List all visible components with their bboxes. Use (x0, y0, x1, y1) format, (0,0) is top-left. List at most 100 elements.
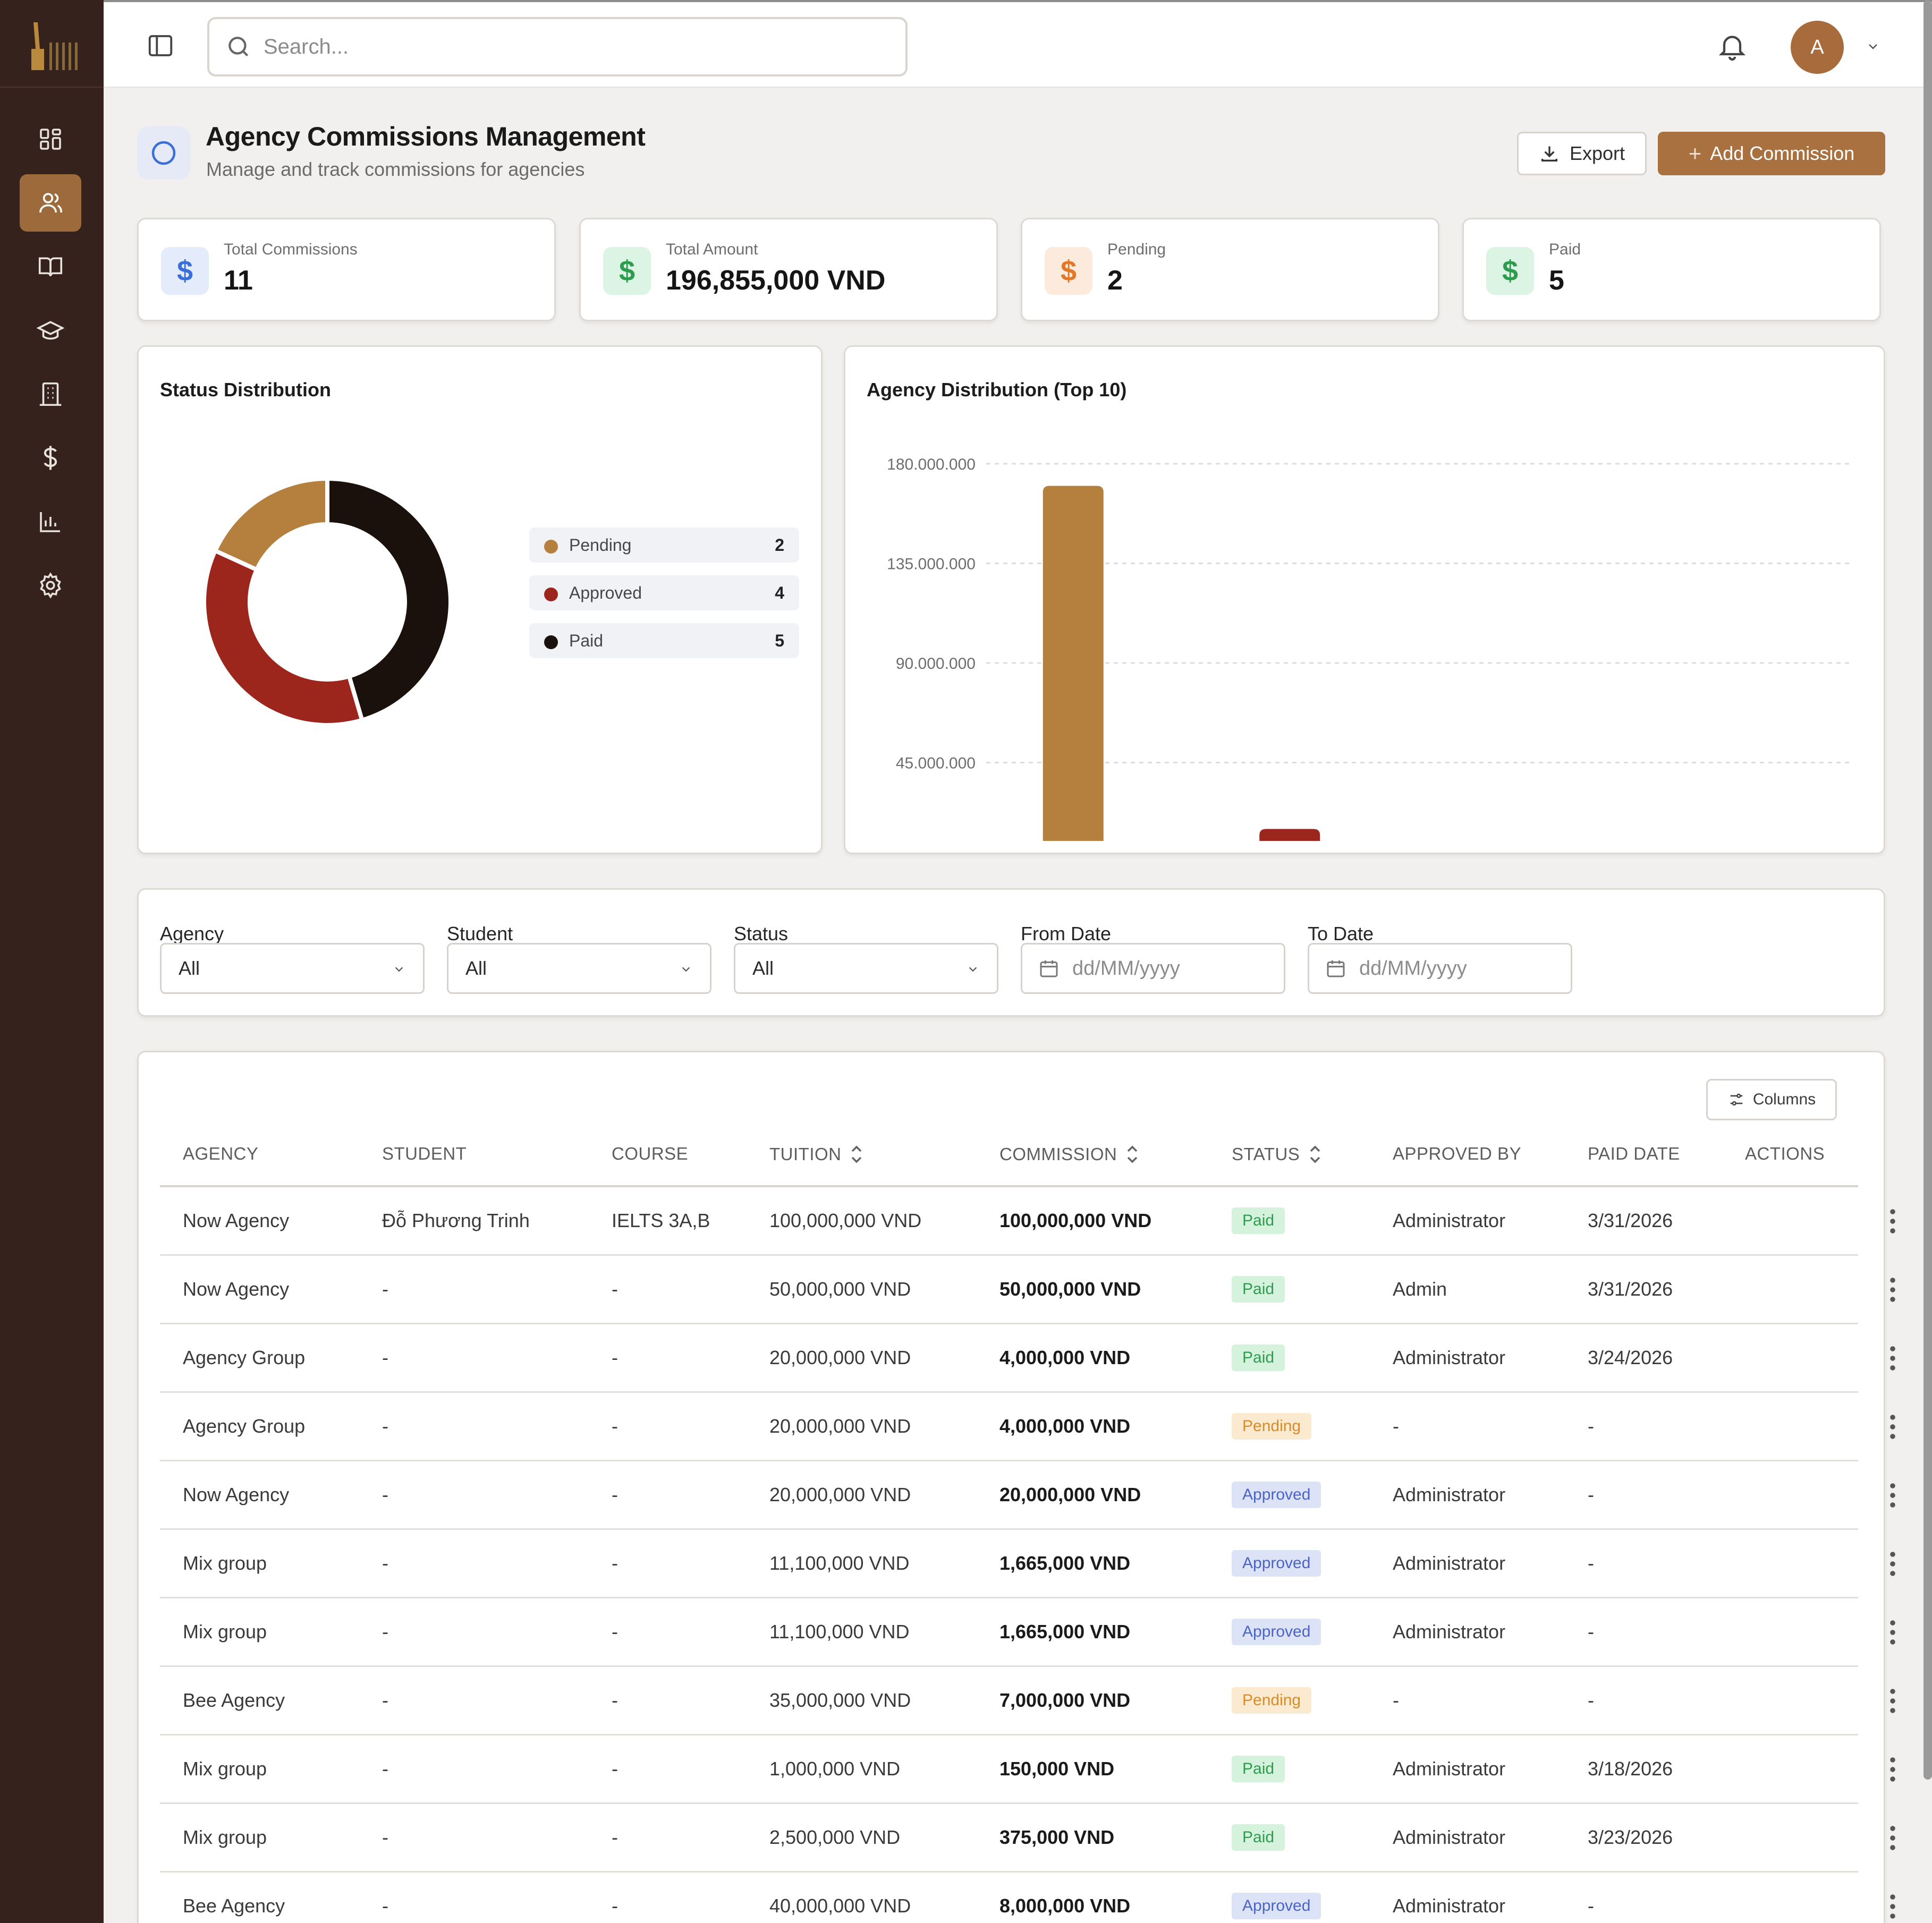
table-row[interactable]: Mix group - - 11,100,000 VND 1,665,000 VND Ap… (160, 1530, 1895, 1598)
sort-icon[interactable] (850, 1144, 863, 1165)
cell-tuition: 20,000,000 VND (769, 1484, 911, 1505)
cell-course: - (612, 1689, 618, 1711)
cell-agency: Mix group (183, 1826, 267, 1848)
legend-dot (544, 540, 558, 554)
users-icon (39, 193, 63, 213)
table-row[interactable]: Agency Group - - 20,000,000 VND 4,000,000 VN… (160, 1393, 1895, 1461)
table-row[interactable]: Mix group - - 1,000,000 VND 150,000 VND Paid A… (160, 1735, 1895, 1804)
search-box[interactable] (207, 17, 908, 76)
legend-dot (544, 588, 558, 601)
to-date-input[interactable] (1359, 957, 1550, 980)
student-filter-select[interactable]: All (447, 943, 711, 994)
sort-icon[interactable] (1125, 1144, 1139, 1165)
status-badge: Approved (1232, 1550, 1321, 1577)
column-header-status[interactable]: STATUS (1232, 1144, 1322, 1165)
status-filter-label: Status (734, 923, 789, 945)
sidebar-item-agencies[interactable] (20, 174, 81, 232)
sidebar-item-finance[interactable] (20, 429, 81, 487)
add-commission-button[interactable]: + Add Commission (1658, 132, 1885, 175)
sidebar-item-dashboard[interactable] (20, 110, 81, 168)
from-date-input[interactable] (1072, 957, 1264, 980)
bar-bee-agency[interactable] (1259, 829, 1320, 841)
more-actions-icon[interactable] (1889, 1346, 1896, 1371)
table-row[interactable]: Now Agency - - 50,000,000 VND 50,000,000 VND… (160, 1256, 1895, 1324)
status-badge: Approved (1232, 1619, 1321, 1645)
table-row[interactable]: Agency Group - - 20,000,000 VND 4,000,000 VN… (160, 1324, 1895, 1393)
cell-paid-date: - (1588, 1621, 1594, 1643)
cell-course: - (612, 1347, 618, 1368)
cell-tuition: 20,000,000 VND (769, 1415, 911, 1437)
more-actions-icon[interactable] (1889, 1483, 1896, 1508)
cell-paid-date: 3/31/2026 (1588, 1278, 1673, 1300)
table-row[interactable]: Mix group - - 11,100,000 VND 1,665,000 VND Ap… (160, 1598, 1895, 1667)
cell-agency: Mix group (183, 1552, 267, 1574)
cell-commission: 20,000,000 VND (999, 1484, 1141, 1505)
agency-filter-select[interactable]: All (160, 943, 425, 994)
more-actions-icon[interactable] (1889, 1414, 1896, 1440)
cell-agency: Now Agency (183, 1278, 290, 1300)
table-row[interactable]: Mix group - - 2,500,000 VND 375,000 VND Paid A… (160, 1804, 1895, 1873)
cell-paid-date: - (1588, 1484, 1594, 1505)
more-actions-icon[interactable] (1889, 1620, 1896, 1645)
sidebar-item-students[interactable] (20, 302, 81, 359)
column-header-commission[interactable]: COMMISSION (999, 1144, 1139, 1165)
cell-commission: 150,000 VND (999, 1758, 1115, 1780)
table-row[interactable]: Bee Agency - - 40,000,000 VND 8,000,000 VND A… (160, 1873, 1895, 1923)
cell-student: - (382, 1758, 388, 1780)
dollar-icon: $ (1045, 247, 1092, 295)
status-badge: Paid (1232, 1276, 1285, 1303)
from-date-field[interactable] (1021, 943, 1285, 994)
stat-label: Paid (1549, 241, 1581, 258)
sidebar-toggle-icon[interactable] (146, 31, 175, 60)
dollar-icon: $ (603, 247, 651, 295)
cell-approved-by: Administrator (1393, 1895, 1506, 1917)
to-date-field[interactable] (1308, 943, 1572, 994)
cell-commission: 1,665,000 VND (999, 1552, 1131, 1574)
bell-icon[interactable] (1716, 29, 1748, 64)
more-actions-icon[interactable] (1889, 1277, 1896, 1303)
more-actions-icon[interactable] (1889, 1209, 1896, 1234)
search-input[interactable] (264, 35, 875, 59)
table-row[interactable]: Bee Agency - - 35,000,000 VND 7,000,000 VND P… (160, 1667, 1895, 1735)
donut-slice-approved[interactable] (202, 548, 365, 727)
student-filter-value: All (465, 957, 487, 979)
circle-icon (151, 141, 176, 165)
more-actions-icon[interactable] (1889, 1688, 1896, 1714)
status-filter-select[interactable]: All (734, 943, 998, 994)
stat-card-pending: $ Pending 2 (1021, 218, 1439, 321)
cell-paid-date: 3/24/2026 (1588, 1347, 1673, 1368)
sort-icon[interactable] (1308, 1144, 1322, 1165)
more-actions-icon[interactable] (1889, 1757, 1896, 1782)
logo[interactable] (0, 0, 104, 88)
export-label: Export (1569, 142, 1625, 164)
cell-tuition: 100,000,000 VND (769, 1210, 922, 1231)
bar-now-agency[interactable] (1043, 486, 1104, 841)
more-actions-icon[interactable] (1889, 1894, 1896, 1919)
cell-commission: 4,000,000 VND (999, 1347, 1131, 1368)
sidebar-item-courses[interactable] (20, 238, 81, 295)
cell-approved-by: Administrator (1393, 1826, 1506, 1848)
columns-label: Columns (1752, 1091, 1816, 1108)
more-actions-icon[interactable] (1889, 1551, 1896, 1577)
sidebar-item-reports[interactable] (20, 493, 81, 550)
avatar[interactable]: A (1791, 21, 1844, 74)
chevron-down-icon[interactable] (1865, 40, 1881, 53)
column-header-tuition[interactable]: TUITION (769, 1144, 863, 1165)
more-actions-icon[interactable] (1889, 1825, 1896, 1851)
table-row[interactable]: Now Agency Đỗ Phương Trinh IELTS 3A,B 100,0… (160, 1187, 1895, 1256)
agency-filter-value: All (179, 957, 200, 979)
sidebar-item-settings[interactable] (20, 557, 81, 614)
cell-course: - (612, 1826, 618, 1848)
sidebar-item-buildings[interactable] (20, 365, 81, 423)
chevron-down-icon (395, 967, 403, 972)
stat-label: Total Commissions (224, 241, 358, 258)
cell-course: - (612, 1758, 618, 1780)
donut-slice-pending[interactable] (212, 476, 329, 573)
export-button[interactable]: Export (1517, 132, 1647, 175)
table-row[interactable]: Now Agency - - 20,000,000 VND 20,000,000 VND… (160, 1461, 1895, 1530)
legend-item-paid: Paid 5 (529, 623, 799, 658)
scrollbar[interactable] (1923, 0, 1932, 1780)
cell-paid-date: - (1588, 1689, 1594, 1711)
columns-button[interactable]: Columns (1706, 1079, 1837, 1120)
status-filter-value: All (752, 957, 774, 979)
